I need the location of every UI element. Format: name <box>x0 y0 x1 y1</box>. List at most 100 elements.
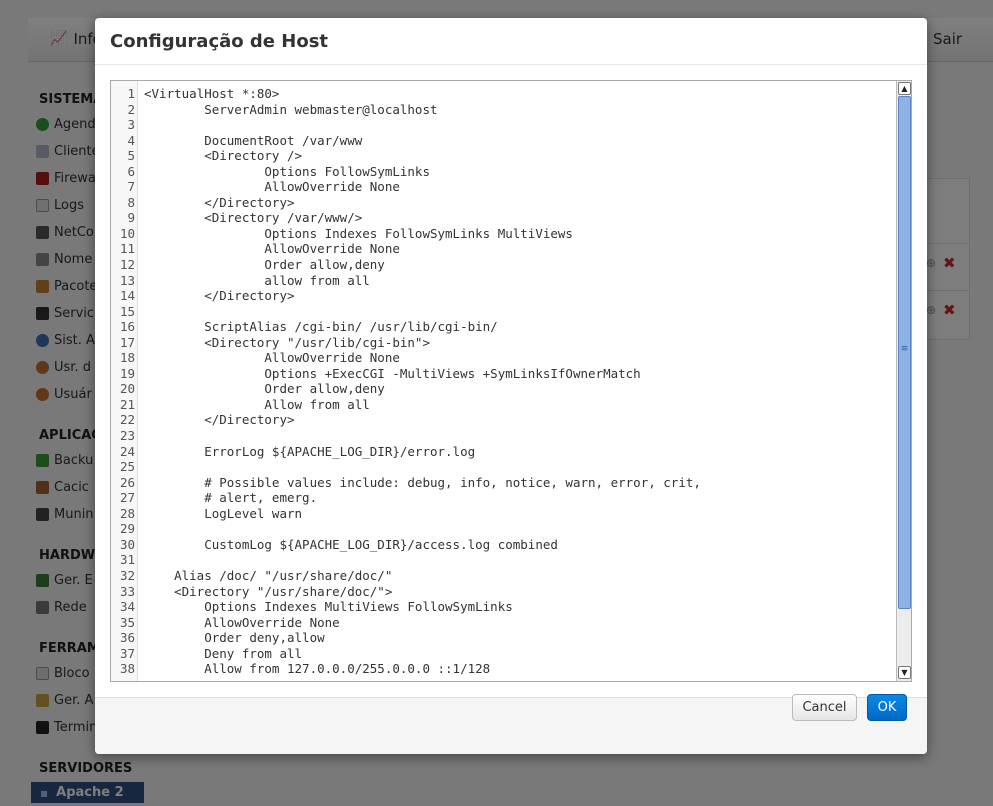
line-text[interactable]: </Directory> <box>144 288 294 304</box>
line-text[interactable]: Allow from all <box>144 397 369 413</box>
code-line[interactable]: 26 # Possible values include: debug, inf… <box>111 475 896 491</box>
editor-scrollbar[interactable]: ▲ ≡ ▼ <box>896 81 911 681</box>
line-number: 5 <box>127 148 135 164</box>
code-line[interactable]: 36 Order deny,allow <box>111 630 896 646</box>
line-text[interactable]: Options FollowSymLinks <box>144 164 430 180</box>
line-number: 7 <box>127 179 135 195</box>
line-number: 25 <box>119 459 135 475</box>
code-line[interactable]: 38 Allow from 127.0.0.0/255.0.0.0 ::1/12… <box>111 661 896 677</box>
line-text[interactable]: ErrorLog ${APACHE_LOG_DIR}/error.log <box>144 444 475 460</box>
code-line[interactable]: 3 <box>111 117 896 133</box>
code-line[interactable]: 24 ErrorLog ${APACHE_LOG_DIR}/error.log <box>111 444 896 460</box>
code-line[interactable]: 16 ScriptAlias /cgi-bin/ /usr/lib/cgi-bi… <box>111 319 896 335</box>
code-line[interactable]: 2 ServerAdmin webmaster@localhost <box>111 102 896 118</box>
code-line[interactable]: 32 Alias /doc/ "/usr/share/doc/" <box>111 568 896 584</box>
code-line[interactable]: 23 <box>111 428 896 444</box>
code-line[interactable]: 28 LogLevel warn <box>111 506 896 522</box>
line-text[interactable]: <Directory "/usr/share/doc/"> <box>144 584 392 600</box>
line-number: 20 <box>119 381 135 397</box>
line-number: 10 <box>119 225 135 241</box>
line-text[interactable]: <Directory /> <box>144 148 302 164</box>
line-number: 1 <box>127 86 135 101</box>
code-line[interactable]: 5 <Directory /> <box>111 148 896 164</box>
code-line[interactable]: 17 <Directory "/usr/lib/cgi-bin"> <box>111 335 896 351</box>
line-number: 23 <box>119 428 135 444</box>
ok-button[interactable]: OK <box>867 694 907 721</box>
code-line[interactable]: 35 AllowOverride None <box>111 615 896 631</box>
line-number: 18 <box>119 350 135 366</box>
config-editor[interactable]: 1 <VirtualHost *:80> 2 ServerAdmin webmast… <box>110 80 912 682</box>
code-line[interactable]: 31 <box>111 552 896 568</box>
line-text[interactable]: # Possible values include: debug, info, … <box>144 475 701 491</box>
code-line[interactable]: 6 Options FollowSymLinks <box>111 164 896 180</box>
line-text[interactable]: CustomLog ${APACHE_LOG_DIR}/access.log c… <box>144 537 558 553</box>
line-text[interactable]: AllowOverride None <box>144 350 399 366</box>
line-text[interactable]: AllowOverride None <box>144 241 399 257</box>
code-line[interactable]: 21 Allow from all <box>111 397 896 413</box>
line-text[interactable]: ServerAdmin webmaster@localhost <box>144 102 437 118</box>
line-number: 30 <box>119 536 135 552</box>
code-line[interactable]: 11 AllowOverride None <box>111 241 896 257</box>
line-text[interactable]: Options Indexes MultiViews FollowSymLink… <box>144 599 513 615</box>
code-line[interactable]: 14 </Directory> <box>111 288 896 304</box>
code-line[interactable]: 25 <box>111 459 896 475</box>
line-text[interactable]: <Directory /var/www/> <box>144 210 362 226</box>
line-number: 3 <box>127 117 135 133</box>
code-line[interactable]: 7 AllowOverride None <box>111 179 896 195</box>
line-text[interactable]: Options +ExecCGI -MultiViews +SymLinksIf… <box>144 366 640 382</box>
code-line[interactable]: 9 <Directory /var/www/> <box>111 210 896 226</box>
line-number: 33 <box>119 583 135 599</box>
line-number: 9 <box>127 210 135 226</box>
line-number: 32 <box>119 567 135 583</box>
line-text[interactable]: </Directory> <box>144 412 294 428</box>
code-line[interactable]: 33 <Directory "/usr/share/doc/"> <box>111 584 896 600</box>
code-line[interactable]: 34 Options Indexes MultiViews FollowSymL… <box>111 599 896 615</box>
code-line[interactable]: 22 </Directory> <box>111 412 896 428</box>
code-line[interactable]: 37 Deny from all <box>111 646 896 662</box>
line-text[interactable]: # alert, emerg. <box>144 490 317 506</box>
line-number: 19 <box>119 365 135 381</box>
scroll-down-arrow-icon[interactable]: ▼ <box>898 666 911 679</box>
code-line[interactable]: 19 Options +ExecCGI -MultiViews +SymLink… <box>111 366 896 382</box>
line-number: 16 <box>119 319 135 335</box>
code-line[interactable]: 15 <box>111 304 896 320</box>
line-text[interactable]: Order allow,deny <box>144 381 384 397</box>
code-line[interactable]: 4 DocumentRoot /var/www <box>111 133 896 149</box>
line-number: 24 <box>119 443 135 459</box>
line-text[interactable]: ScriptAlias /cgi-bin/ /usr/lib/cgi-bin/ <box>144 319 498 335</box>
line-number: 22 <box>119 412 135 428</box>
line-text[interactable]: Order deny,allow <box>144 630 324 646</box>
line-text[interactable]: Alias /doc/ "/usr/share/doc/" <box>144 568 392 584</box>
line-text[interactable]: Options Indexes FollowSymLinks MultiView… <box>144 226 573 242</box>
scroll-up-arrow-icon[interactable]: ▲ <box>898 82 911 95</box>
line-text[interactable]: <Directory "/usr/lib/cgi-bin"> <box>144 335 430 351</box>
code-line[interactable]: 30 CustomLog ${APACHE_LOG_DIR}/access.lo… <box>111 537 896 553</box>
cancel-button[interactable]: Cancel <box>792 694 857 721</box>
line-number: 13 <box>119 272 135 288</box>
scroll-thumb[interactable]: ≡ <box>898 96 911 609</box>
code-line[interactable]: 13 allow from all <box>111 273 896 289</box>
line-text[interactable]: Order allow,deny <box>144 257 384 273</box>
code-line[interactable]: 1 <VirtualHost *:80> <box>111 86 896 102</box>
line-text[interactable]: Allow from 127.0.0.0/255.0.0.0 ::1/128 <box>144 661 490 677</box>
line-text[interactable]: AllowOverride None <box>144 179 399 195</box>
code-lines[interactable]: 1 <VirtualHost *:80> 2 ServerAdmin webmast… <box>111 86 896 677</box>
code-line[interactable]: 10 Options Indexes FollowSymLinks MultiV… <box>111 226 896 242</box>
line-number: 11 <box>119 241 135 257</box>
line-text[interactable]: Deny from all <box>144 646 302 662</box>
code-line[interactable]: 20 Order allow,deny <box>111 381 896 397</box>
code-line[interactable]: 12 Order allow,deny <box>111 257 896 273</box>
code-line[interactable]: 27 # alert, emerg. <box>111 490 896 506</box>
code-line[interactable]: 18 AllowOverride None <box>111 350 896 366</box>
line-text[interactable]: <VirtualHost *:80> <box>144 86 279 102</box>
dialog-header: Configuração de Host <box>95 18 927 65</box>
line-number: 14 <box>119 288 135 304</box>
line-number: 12 <box>119 257 135 273</box>
line-text[interactable]: DocumentRoot /var/www <box>144 133 362 149</box>
line-text[interactable]: LogLevel warn <box>144 506 302 522</box>
line-text[interactable]: </Directory> <box>144 195 294 211</box>
code-line[interactable]: 8 </Directory> <box>111 195 896 211</box>
line-text[interactable]: AllowOverride None <box>144 615 339 631</box>
line-text[interactable]: allow from all <box>144 273 369 289</box>
code-line[interactable]: 29 <box>111 521 896 537</box>
